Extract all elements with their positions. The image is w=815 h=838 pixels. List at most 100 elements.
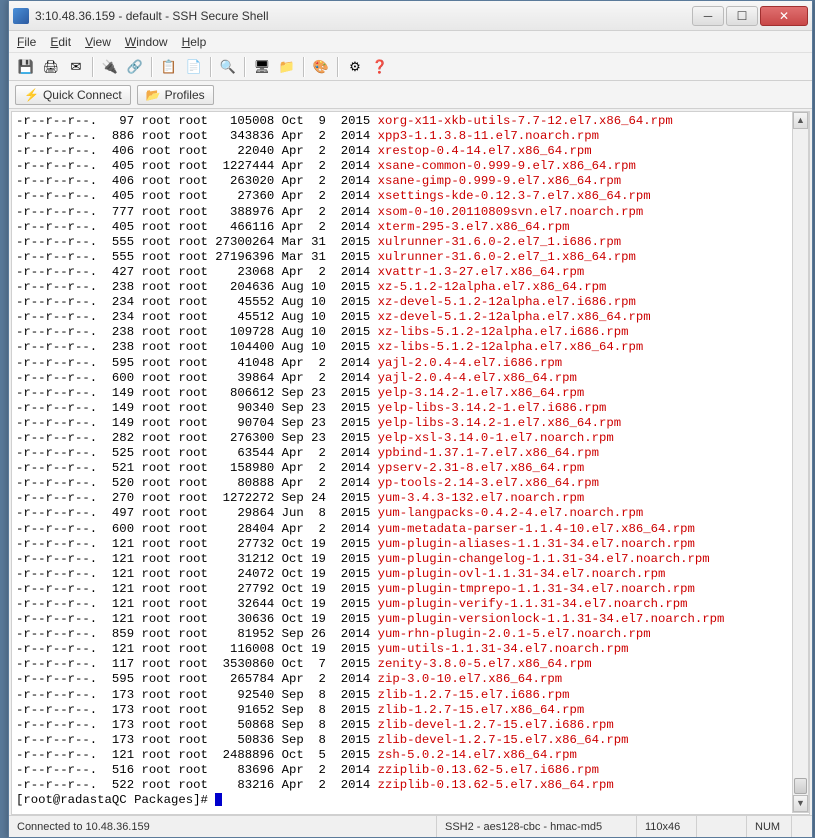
quick-connect-label: Quick Connect — [43, 88, 122, 102]
filename: xz-devel-5.1.2-12alpha.el7.x86_64.rpm — [378, 310, 651, 325]
terminal-line: -r--r--r--. 282 root root 276300 Sep 23 … — [16, 431, 805, 446]
terminal-line: -r--r--r--. 238 root root 104400 Aug 10 … — [16, 340, 805, 355]
filename: yelp-xsl-3.14.0-1.el7.noarch.rpm — [378, 431, 614, 446]
file-attributes: -r--r--r--. 405 root root 1227444 Apr 2 … — [16, 159, 378, 174]
menu-file[interactable]: File — [17, 35, 36, 49]
menu-window[interactable]: Window — [125, 35, 168, 49]
filename: xz-5.1.2-12alpha.el7.x86_64.rpm — [378, 280, 607, 295]
quick-connect-button[interactable]: ⚡ Quick Connect — [15, 85, 131, 105]
terminal-line: -r--r--r--. 121 root root 31212 Oct 19 2… — [16, 552, 805, 567]
terminal-line: -r--r--r--. 521 root root 158980 Apr 2 2… — [16, 461, 805, 476]
terminal-output[interactable]: -r--r--r--. 97 root root 105008 Oct 9 20… — [11, 111, 810, 815]
prompt-line[interactable]: [root@radastaQC Packages]# — [16, 793, 805, 808]
file-attributes: -r--r--r--. 595 root root 41048 Apr 2 20… — [16, 356, 378, 371]
statusbar: Connected to 10.48.36.159 SSH2 - aes128-… — [9, 815, 812, 837]
separator — [151, 57, 153, 77]
filename: ypbind-1.37.1-7.el7.x86_64.rpm — [378, 446, 599, 461]
profiles-button[interactable]: 📂 Profiles — [137, 85, 214, 105]
scroll-down-arrow[interactable]: ▼ — [793, 795, 808, 812]
terminal-line: -r--r--r--. 777 root root 388976 Apr 2 2… — [16, 205, 805, 220]
scroll-up-arrow[interactable]: ▲ — [793, 112, 808, 129]
filename: zenity-3.8.0-5.el7.x86_64.rpm — [378, 657, 592, 672]
terminal-line: -r--r--r--. 522 root root 83216 Apr 2 20… — [16, 778, 805, 793]
filename: xz-devel-5.1.2-12alpha.el7.i686.rpm — [378, 295, 636, 310]
status-cipher: SSH2 - aes128-cbc - hmac-md5 — [437, 816, 637, 837]
terminal-line: -r--r--r--. 173 root root 50868 Sep 8 20… — [16, 718, 805, 733]
folder-icon: 📂 — [146, 88, 161, 102]
terminal-line: -r--r--r--. 516 root root 83696 Apr 2 20… — [16, 763, 805, 778]
app-icon — [13, 8, 29, 24]
menu-edit[interactable]: Edit — [50, 35, 71, 49]
file-attributes: -r--r--r--. 427 root root 23068 Apr 2 20… — [16, 265, 378, 280]
separator — [337, 57, 339, 77]
terminal-line: -r--r--r--. 121 root root 27732 Oct 19 2… — [16, 537, 805, 552]
terminal-line: -r--r--r--. 600 root root 39864 Apr 2 20… — [16, 371, 805, 386]
copy-icon[interactable]: 📋 — [158, 56, 180, 78]
terminal-line: -r--r--r--. 121 root root 30636 Oct 19 2… — [16, 612, 805, 627]
filename: yum-plugin-versionlock-1.1.31-34.el7.noa… — [378, 612, 725, 627]
toolbar: 💾 🖨 ✉ 🔌 🔗 📋 📄 🔍 🖥 📁 🎨 ⚙ ❓ — [9, 53, 812, 81]
menu-view[interactable]: View — [85, 35, 111, 49]
terminal-line: -r--r--r--. 117 root root 3530860 Oct 7 … — [16, 657, 805, 672]
filename: yum-plugin-ovl-1.1.31-34.el7.noarch.rpm — [378, 567, 666, 582]
filename: zlib-devel-1.2.7-15.el7.i686.rpm — [378, 718, 614, 733]
filename: xulrunner-31.6.0-2.el7_1.x86_64.rpm — [378, 250, 636, 265]
filename: zlib-1.2.7-15.el7.i686.rpm — [378, 688, 570, 703]
terminal-line: -r--r--r--. 149 root root 806612 Sep 23 … — [16, 386, 805, 401]
filename: xsom-0-10.20110809svn.el7.noarch.rpm — [378, 205, 644, 220]
terminal-line: -r--r--r--. 405 root root 466116 Apr 2 2… — [16, 220, 805, 235]
filename: xz-libs-5.1.2-12alpha.el7.i686.rpm — [378, 325, 629, 340]
file-attributes: -r--r--r--. 234 root root 45512 Aug 10 2… — [16, 310, 378, 325]
filename: zlib-devel-1.2.7-15.el7.x86_64.rpm — [378, 733, 629, 748]
filename: yum-3.4.3-132.el7.noarch.rpm — [378, 491, 585, 506]
mail-icon[interactable]: ✉ — [65, 56, 87, 78]
file-attributes: -r--r--r--. 406 root root 22040 Apr 2 20… — [16, 144, 378, 159]
menu-help[interactable]: Help — [182, 35, 207, 49]
filename: xvattr-1.3-27.el7.x86_64.rpm — [378, 265, 585, 280]
file-attributes: -r--r--r--. 121 root root 24072 Oct 19 2… — [16, 567, 378, 582]
file-attributes: -r--r--r--. 238 root root 104400 Aug 10 … — [16, 340, 378, 355]
filename: yum-plugin-aliases-1.1.31-34.el7.noarch.… — [378, 537, 695, 552]
scroll-thumb[interactable] — [794, 778, 807, 794]
terminal-line: -r--r--r--. 427 root root 23068 Apr 2 20… — [16, 265, 805, 280]
minimize-button[interactable]: ─ — [692, 6, 724, 26]
terminal-line: -r--r--r--. 121 root root 24072 Oct 19 2… — [16, 567, 805, 582]
terminal-line: -r--r--r--. 886 root root 343836 Apr 2 2… — [16, 129, 805, 144]
terminal-line: -r--r--r--. 121 root root 27792 Oct 19 2… — [16, 582, 805, 597]
settings-icon[interactable]: ⚙ — [344, 56, 366, 78]
terminal-line: -r--r--r--. 405 root root 1227444 Apr 2 … — [16, 159, 805, 174]
terminal-line: -r--r--r--. 173 root root 92540 Sep 8 20… — [16, 688, 805, 703]
titlebar[interactable]: 3:10.48.36.159 - default - SSH Secure Sh… — [9, 1, 812, 31]
connect-icon[interactable]: 🔌 — [99, 56, 121, 78]
help-icon[interactable]: ❓ — [369, 56, 391, 78]
file-attributes: -r--r--r--. 282 root root 276300 Sep 23 … — [16, 431, 378, 446]
maximize-button[interactable]: ☐ — [726, 6, 758, 26]
print-icon[interactable]: 🖨 — [40, 56, 62, 78]
filename: xsane-gimp-0.999-9.el7.x86_64.rpm — [378, 174, 622, 189]
colors-icon[interactable]: 🎨 — [310, 56, 332, 78]
file-attributes: -r--r--r--. 117 root root 3530860 Oct 7 … — [16, 657, 378, 672]
paste-icon[interactable]: 📄 — [183, 56, 205, 78]
terminal-line: -r--r--r--. 497 root root 29864 Jun 8 20… — [16, 506, 805, 521]
file-attributes: -r--r--r--. 886 root root 343836 Apr 2 2… — [16, 129, 378, 144]
file-attributes: -r--r--r--. 121 root root 116008 Oct 19 … — [16, 642, 378, 657]
file-attributes: -r--r--r--. 97 root root 105008 Oct 9 20… — [16, 114, 378, 129]
filename: xsettings-kde-0.12.3-7.el7.x86_64.rpm — [378, 189, 651, 204]
terminal-icon[interactable]: 🖥 — [251, 56, 273, 78]
filename: xulrunner-31.6.0-2.el7_1.i686.rpm — [378, 235, 622, 250]
transfer-icon[interactable]: 📁 — [276, 56, 298, 78]
lightning-icon: ⚡ — [24, 88, 39, 102]
file-attributes: -r--r--r--. 555 root root 27196396 Mar 3… — [16, 250, 378, 265]
close-button[interactable]: ✕ — [760, 6, 808, 26]
profiles-label: Profiles — [165, 88, 205, 102]
filename: yum-utils-1.1.31-34.el7.noarch.rpm — [378, 642, 629, 657]
vertical-scrollbar[interactable]: ▲ ▼ — [792, 111, 809, 813]
file-attributes: -r--r--r--. 238 root root 204636 Aug 10 … — [16, 280, 378, 295]
file-attributes: -r--r--r--. 600 root root 28404 Apr 2 20… — [16, 522, 378, 537]
filename: yum-metadata-parser-1.1.4-10.el7.x86_64.… — [378, 522, 695, 537]
file-attributes: -r--r--r--. 121 root root 27732 Oct 19 2… — [16, 537, 378, 552]
disconnect-icon[interactable]: 🔗 — [124, 56, 146, 78]
file-attributes: -r--r--r--. 149 root root 90704 Sep 23 2… — [16, 416, 378, 431]
find-icon[interactable]: 🔍 — [217, 56, 239, 78]
save-icon[interactable]: 💾 — [15, 56, 37, 78]
